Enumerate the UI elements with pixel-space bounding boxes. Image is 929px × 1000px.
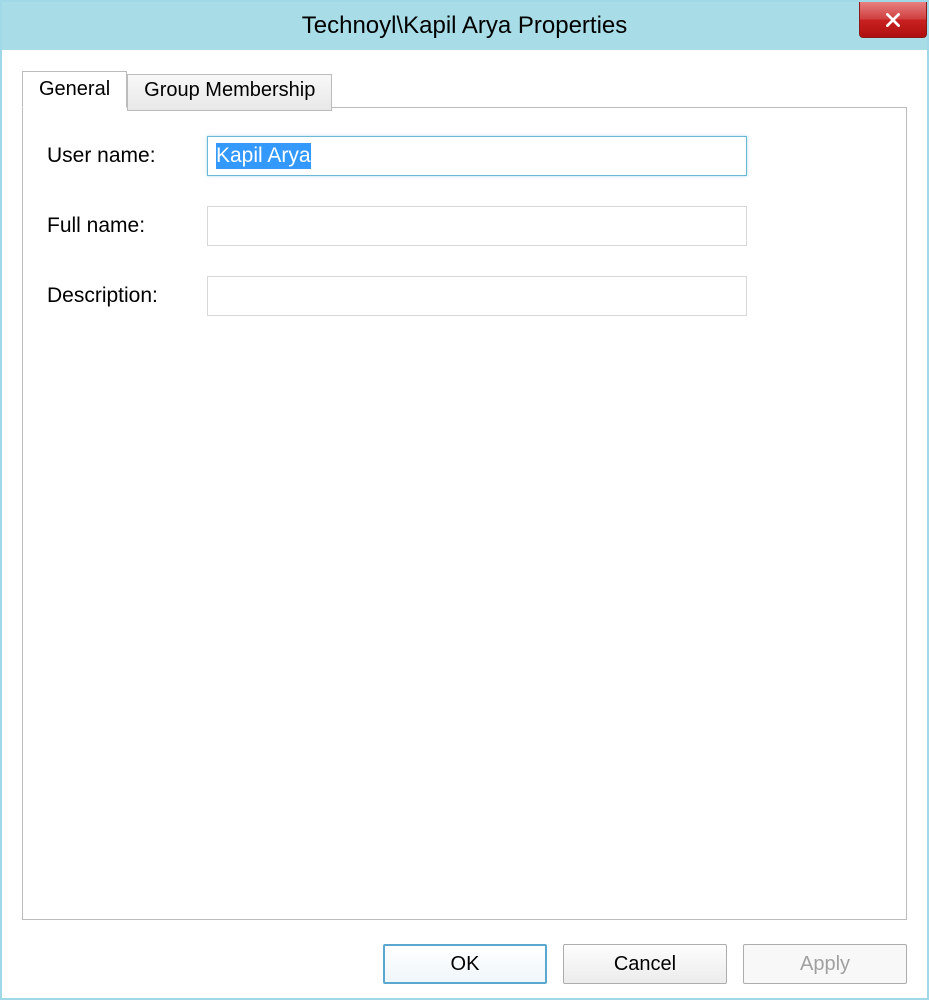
tab-label: Group Membership xyxy=(144,79,315,101)
fullname-input[interactable] xyxy=(207,206,747,246)
titlebar: Technoyl\Kapil Arya Properties xyxy=(2,2,927,50)
close-button[interactable] xyxy=(859,2,927,38)
cancel-button[interactable]: Cancel xyxy=(563,944,727,984)
username-input[interactable]: Kapil Arya xyxy=(207,136,747,176)
properties-dialog: Technoyl\Kapil Arya Properties General G… xyxy=(0,0,929,1000)
close-icon xyxy=(884,11,902,29)
apply-button: Apply xyxy=(743,944,907,984)
window-title: Technoyl\Kapil Arya Properties xyxy=(302,12,628,40)
tab-group-membership[interactable]: Group Membership xyxy=(127,74,332,111)
description-input[interactable] xyxy=(207,276,747,316)
label-description: Description: xyxy=(47,284,207,308)
button-row: OK Cancel Apply xyxy=(2,930,927,998)
username-value: Kapil Arya xyxy=(216,143,311,169)
row-fullname: Full name: xyxy=(47,206,882,246)
tab-panel-general: User name: Kapil Arya Full name: Descrip… xyxy=(22,107,907,920)
label-fullname: Full name: xyxy=(47,214,207,238)
tabs-row: General Group Membership xyxy=(22,70,907,107)
tab-label: General xyxy=(39,78,110,100)
tab-general[interactable]: General xyxy=(22,71,127,108)
row-description: Description: xyxy=(47,276,882,316)
content-area: General Group Membership User name: Kapi… xyxy=(2,50,927,930)
ok-button[interactable]: OK xyxy=(383,944,547,984)
label-username: User name: xyxy=(47,144,207,168)
row-username: User name: Kapil Arya xyxy=(47,136,882,176)
